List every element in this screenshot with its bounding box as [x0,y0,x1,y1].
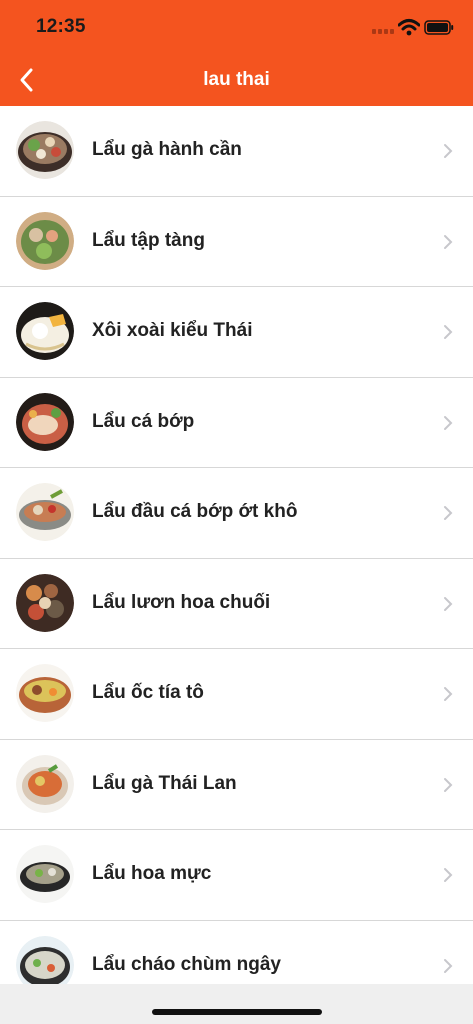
dish-image [16,573,74,632]
dish-image [16,211,74,270]
list-item-label: Lẩu đầu cá bớp ớt khô [92,501,298,522]
list-item-label: Lẩu gà Thái Lan [92,772,237,794]
list-item[interactable]: Lẩu gà hành cần [0,106,473,197]
status-bar: 12:35 [0,0,473,56]
list-item-label: Lẩu hoa mực [92,863,212,884]
list-item[interactable]: Lẩu gà Thái Lan [0,740,473,830]
chevron-right-icon [444,596,453,611]
dish-image [16,392,74,451]
chevron-right-icon [444,506,453,520]
home-indicator[interactable] [152,1009,322,1015]
list-item[interactable]: Lẩu lươn hoa chuối [0,559,473,649]
list-item-label: Lẩu cháo chùm ngây [92,953,281,975]
list-item[interactable]: Lẩu hoa mực [0,830,473,921]
dish-image [16,935,74,984]
list-item[interactable]: Lẩu tập tàng [0,197,473,287]
list-item-label: Lẩu gà hành cần [92,139,242,160]
dish-image [16,845,74,903]
chevron-right-icon [444,687,453,701]
home-indicator-area [0,984,473,1024]
navigation-bar: lau thai [0,56,473,106]
dish-image [16,664,74,722]
header-bar: 12:35 lau thai [0,0,473,106]
chevron-right-icon [444,415,453,430]
list-item[interactable]: Lẩu cá bớp [0,378,473,468]
dish-image [16,121,74,179]
list-item-label: Lẩu ốc tía tô [92,682,204,703]
chevron-right-icon [444,868,453,882]
list-item[interactable]: Lẩu cháo chùm ngây [0,921,473,984]
list-item[interactable]: Lẩu ốc tía tô [0,649,473,740]
chevron-right-icon [444,234,453,249]
list-item[interactable]: Xôi xoài kiểu Thái [0,287,473,378]
chevron-right-icon [444,144,453,158]
signal-icon [372,26,396,34]
dish-image [16,302,74,360]
dish-image [16,754,74,813]
list-item[interactable]: Lẩu đầu cá bớp ớt khô [0,468,473,559]
battery-icon [424,20,454,35]
list-item-label: Lẩu tập tàng [92,229,205,251]
list-item-label: Lẩu lươn hoa chuối [92,591,271,613]
dish-image [16,483,74,541]
chevron-right-icon [444,777,453,792]
page-title: lau thai [203,69,270,90]
list-item-label: Xôi xoài kiểu Thái [92,320,253,341]
chevron-right-icon [444,325,453,339]
status-time: 12:35 [36,16,86,37]
recipe-list: Lẩu gà hành cần Lẩu tập tàng Xôi xoài ki… [0,106,473,984]
chevron-right-icon [444,958,453,973]
list-item-label: Lẩu cá bớp [92,410,195,432]
wifi-icon [397,18,421,36]
